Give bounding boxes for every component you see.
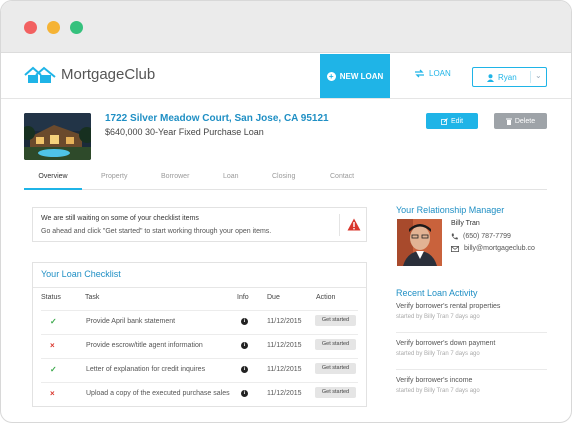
column-header-task: Task [85, 294, 100, 301]
trash-icon [505, 118, 512, 125]
edit-label: Edit [450, 117, 464, 125]
alert-text: Go ahead and click "Get started" to star… [41, 228, 272, 235]
divider [396, 369, 547, 370]
email-icon [451, 245, 459, 252]
column-header-due: Due [267, 294, 280, 301]
info-icon[interactable]: i [241, 390, 248, 397]
chevron-down-icon[interactable]: ⌄ [535, 71, 542, 80]
column-header-status: Status [41, 294, 61, 301]
manager-phone-text: (650) 787-7799 [463, 233, 511, 240]
manager-phone[interactable]: (650) 787-7799 [451, 233, 511, 240]
tab-property[interactable]: Property [101, 173, 127, 190]
divider [33, 287, 366, 288]
get-started-button[interactable]: Get started [315, 315, 356, 326]
checklist-title: Your Loan Checklist [41, 269, 121, 279]
info-icon[interactable]: i [241, 342, 248, 349]
activity-item[interactable]: Verify borrower's income started by Bill… [396, 377, 547, 394]
due-date: 11/12/2015 [267, 390, 302, 397]
info-icon[interactable]: i [241, 318, 248, 325]
task-name: Upload a copy of the executed purchase s… [86, 390, 230, 397]
minimize-window-button[interactable] [47, 21, 60, 34]
activity-meta: started by Billy Tran 7 days ago [396, 388, 480, 394]
loan-swap-icon [415, 69, 424, 78]
edit-button[interactable]: Edit [426, 113, 478, 129]
get-started-button[interactable]: Get started [315, 363, 356, 374]
manager-avatar [397, 219, 442, 266]
activity-text: Verify borrower's income [396, 377, 473, 384]
maximize-window-button[interactable] [70, 21, 83, 34]
column-header-action: Action [316, 294, 336, 301]
user-name: Ryan [498, 73, 517, 82]
alert-divider [339, 214, 340, 236]
cross-icon: × [50, 341, 55, 350]
task-name: Letter of explanation for credit inquire… [86, 366, 206, 373]
activity-item[interactable]: Verify borrower's down payment started b… [396, 340, 547, 357]
property-photo [24, 113, 91, 160]
tab-contact[interactable]: Contact [330, 173, 354, 190]
activity-text: Verify borrower's down payment [396, 340, 496, 347]
loan-summary: $640,000 30-Year Fixed Purchase Loan [105, 127, 264, 137]
task-name: Provide escrow/title agent information [86, 342, 203, 349]
activity-item[interactable]: Verify borrower's rental properties star… [396, 303, 547, 320]
check-icon: ✓ [50, 317, 57, 326]
warning-icon [347, 218, 361, 231]
activity-meta: started by Billy Tran 7 days ago [396, 314, 480, 320]
get-started-button[interactable]: Get started [315, 387, 356, 398]
manager-email[interactable]: billy@mortgageclub.co [451, 245, 535, 252]
loan-link[interactable]: LOAN [414, 69, 451, 78]
property-address[interactable]: 1722 Silver Meadow Court, San Jose, CA 9… [105, 113, 329, 124]
table-row: × Provide escrow/title agent information… [33, 334, 366, 358]
alert-title: We are still waiting on some of your che… [41, 215, 199, 222]
due-date: 11/12/2015 [267, 366, 302, 373]
delete-label: Delete [514, 117, 536, 125]
tab-borrower[interactable]: Borrower [161, 173, 189, 190]
manager-email-text: billy@mortgageclub.co [464, 245, 535, 252]
cross-icon: × [50, 389, 55, 398]
house-logo-icon[interactable] [24, 66, 56, 84]
close-window-button[interactable] [24, 21, 37, 34]
plus-icon: + [326, 71, 336, 81]
tab-closing[interactable]: Closing [272, 173, 295, 190]
new-loan-button[interactable]: + NEW LOAN [320, 54, 390, 98]
divider [396, 332, 547, 333]
user-icon [487, 73, 494, 82]
loan-checklist: Your Loan Checklist Status Task Info Due… [32, 262, 367, 407]
logo-text[interactable]: MortgageClub [61, 66, 155, 83]
phone-icon [451, 233, 458, 240]
activity-section-title: Recent Loan Activity [396, 288, 478, 298]
loan-link-label: LOAN [429, 69, 451, 78]
manager-section-title: Your Relationship Manager [396, 205, 505, 215]
tab-overview[interactable]: Overview [24, 173, 82, 190]
app-window: MortgageClub + NEW LOAN LOAN Ryan ⌄ 1722… [0, 0, 572, 423]
tab-loan[interactable]: Loan [223, 173, 239, 190]
table-row: × Upload a copy of the executed purchase… [33, 382, 366, 406]
new-loan-label: NEW LOAN [339, 71, 384, 81]
user-menu-button[interactable]: Ryan ⌄ [472, 67, 547, 87]
table-row: ✓ Letter of explanation for credit inqui… [33, 358, 366, 382]
delete-button[interactable]: Delete [494, 113, 547, 129]
get-started-button[interactable]: Get started [315, 339, 356, 350]
due-date: 11/12/2015 [267, 342, 302, 349]
tab-bar: Overview Property Borrower Loan Closing … [24, 173, 547, 190]
activity-text: Verify borrower's rental properties [396, 303, 501, 310]
task-name: Provide April bank statement [86, 318, 176, 325]
due-date: 11/12/2015 [267, 318, 302, 325]
checklist-alert: We are still waiting on some of your che… [32, 207, 367, 242]
edit-icon [441, 117, 448, 125]
user-menu-divider [530, 71, 531, 83]
activity-meta: started by Billy Tran 7 days ago [396, 351, 480, 357]
check-icon: ✓ [50, 365, 57, 374]
table-row: ✓ Provide April bank statement i 11/12/2… [33, 310, 366, 334]
column-header-info: Info [237, 294, 249, 301]
manager-name: Billy Tran [451, 220, 480, 227]
app-header: MortgageClub + NEW LOAN LOAN Ryan ⌄ [1, 54, 571, 99]
info-icon[interactable]: i [241, 366, 248, 373]
window-titlebar [1, 1, 571, 53]
